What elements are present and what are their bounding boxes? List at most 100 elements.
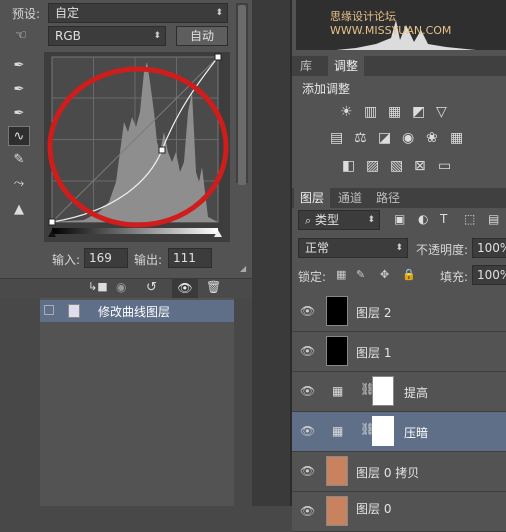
layer-thumbnail [326,296,348,326]
exposure-icon[interactable]: ◩ [412,104,428,120]
lock-label: 锁定: [298,270,327,284]
panel-separator [252,0,292,506]
vibrance-icon[interactable]: ▽ [436,104,452,120]
tab-layers[interactable]: 图层 [294,188,331,208]
blend-mode-dropdown[interactable]: 正常 ⬍ [298,238,408,258]
trash-icon[interactable]: 🗑 [206,280,224,296]
gradient-map-icon[interactable]: ▭ [438,158,454,174]
color-lookup-icon[interactable]: ▦ [450,130,466,146]
eye-icon[interactable]: 👁 [300,464,316,480]
eye-icon[interactable]: 👁 [300,344,316,360]
channel-dropdown[interactable]: RGB ⬍ [48,26,166,46]
tab-library[interactable]: 库 [294,56,318,76]
input-label: 输入: [52,253,81,267]
layer-name: 图层 0 拷贝 [356,466,420,480]
invert-icon[interactable]: ◧ [342,158,358,174]
layer-thumbnail [326,336,348,366]
history-scrollbar[interactable] [234,298,252,506]
posterize-icon[interactable]: ▨ [366,158,382,174]
document-icon [68,304,80,318]
visibility-eye-icon[interactable]: 👁 [172,278,198,298]
layer-row[interactable]: 👁 图层 0 [292,492,506,532]
auto-button[interactable]: 自动 [176,26,228,46]
layer-filter-value: 类型 [315,213,340,227]
updown-arrows-icon: ⬍ [395,243,403,253]
scrollbar-thumb[interactable] [238,5,246,185]
output-value-field[interactable]: 111 [168,248,212,268]
layer-mask-thumbnail[interactable] [372,416,394,446]
input-gradient-bar [52,228,218,234]
lock-image-icon[interactable]: ✎ [356,268,370,282]
opacity-field[interactable]: 100% [472,238,506,258]
history-panel [40,298,234,506]
fill-label: 填充: [440,270,469,284]
navigator-preview: 思缘设计论坛 WWW.MISSYUAN.COM [296,0,506,50]
resize-grip-icon[interactable]: ◢ [240,264,248,273]
tab-paths[interactable]: 路径 [370,188,406,208]
clipping-warning-icon[interactable]: ▲ [8,200,30,220]
layer-name: 图层 1 [356,346,392,360]
search-icon: ⌕ [305,214,312,227]
selective-color-icon[interactable]: ⊠ [414,158,430,174]
history-item-label: 修改曲线图层 [98,305,171,319]
preset-dropdown[interactable]: 自定 ⬍ [48,3,228,23]
tab-adjustments[interactable]: 调整 [328,56,365,76]
layer-mask-thumbnail[interactable] [372,376,394,406]
filter-shape-icon[interactable]: ⬚ [464,212,478,226]
history-snapshot-checkbox[interactable] [44,305,54,315]
layer-row-selected[interactable]: 👁 ▦ ⛓ 压暗 [292,412,506,452]
reset-icon[interactable]: ↺ [146,280,164,296]
input-value-field[interactable]: 169 [84,248,128,268]
layer-thumbnail [326,496,348,526]
curve-point-icon[interactable]: ∿ [8,126,30,146]
brightness-icon[interactable]: ☀ [340,104,356,120]
opacity-label: 不透明度: [416,243,469,257]
hand-target-icon[interactable]: ☜ [10,26,32,46]
eye-icon[interactable]: 👁 [300,504,316,520]
layer-thumbnail [326,456,348,486]
photo-filter-icon[interactable]: ◉ [402,130,418,146]
white-point[interactable] [214,53,222,61]
eyedropper-gray-icon[interactable]: ✒ [8,80,30,100]
tab-channels[interactable]: 通道 [332,188,368,208]
filter-type-icon[interactable]: T [440,212,454,226]
layer-name: 图层 2 [356,306,392,320]
pencil-icon[interactable]: ✎ [8,150,30,170]
eyedropper-black-icon[interactable]: ✒ [8,56,30,76]
preset-label: 预设: [12,7,41,21]
eye-icon[interactable]: 👁 [300,424,316,440]
curve-control-point[interactable] [158,146,166,154]
threshold-icon[interactable]: ▧ [390,158,406,174]
channel-mixer-icon[interactable]: ❀ [426,130,442,146]
lock-position-icon[interactable]: ✥ [380,268,394,282]
clip-to-layer-icon[interactable]: ↳■ [88,280,108,296]
curves-icon[interactable]: ▦ [388,104,404,120]
channel-value: RGB [55,29,81,43]
lock-all-icon[interactable]: 🔒 [402,268,416,282]
color-balance-icon[interactable]: ⚖ [354,130,370,146]
layer-row[interactable]: 👁 图层 1 [292,332,506,372]
eye-icon[interactable]: 👁 [300,304,316,320]
layer-filter-dropdown[interactable]: ⌕ 类型 ⬍ [298,210,380,230]
filter-smart-object-icon[interactable]: ▤ [488,212,502,226]
view-previous-icon[interactable]: ◉ [116,280,134,296]
black-white-icon[interactable]: ◪ [378,130,394,146]
layer-row[interactable]: 👁 ▦ ⛓ 提高 [292,372,506,412]
eyedropper-white-icon[interactable]: ✒ [8,104,30,124]
layer-row[interactable]: 👁 图层 2 [292,292,506,332]
filter-adjustment-icon[interactable]: ◐ [418,212,432,226]
curves-graph[interactable] [44,52,230,242]
fill-field[interactable]: 100% [472,265,506,285]
adjustments-tabbar [292,56,506,76]
history-item[interactable]: 修改曲线图层 [40,300,234,322]
hue-saturation-icon[interactable]: ▤ [330,130,346,146]
layer-row[interactable]: 👁 图层 0 拷贝 [292,452,506,492]
smooth-icon[interactable]: ⤳ [8,174,30,194]
eye-icon[interactable]: 👁 [300,384,316,400]
levels-icon[interactable]: ▥ [364,104,380,120]
filter-pixel-icon[interactable]: ▣ [394,212,408,226]
black-point[interactable] [48,218,56,226]
history-gutter [0,298,40,506]
updown-arrows-icon: ⬍ [215,8,223,18]
lock-transparent-icon[interactable]: ▦ [336,268,350,282]
